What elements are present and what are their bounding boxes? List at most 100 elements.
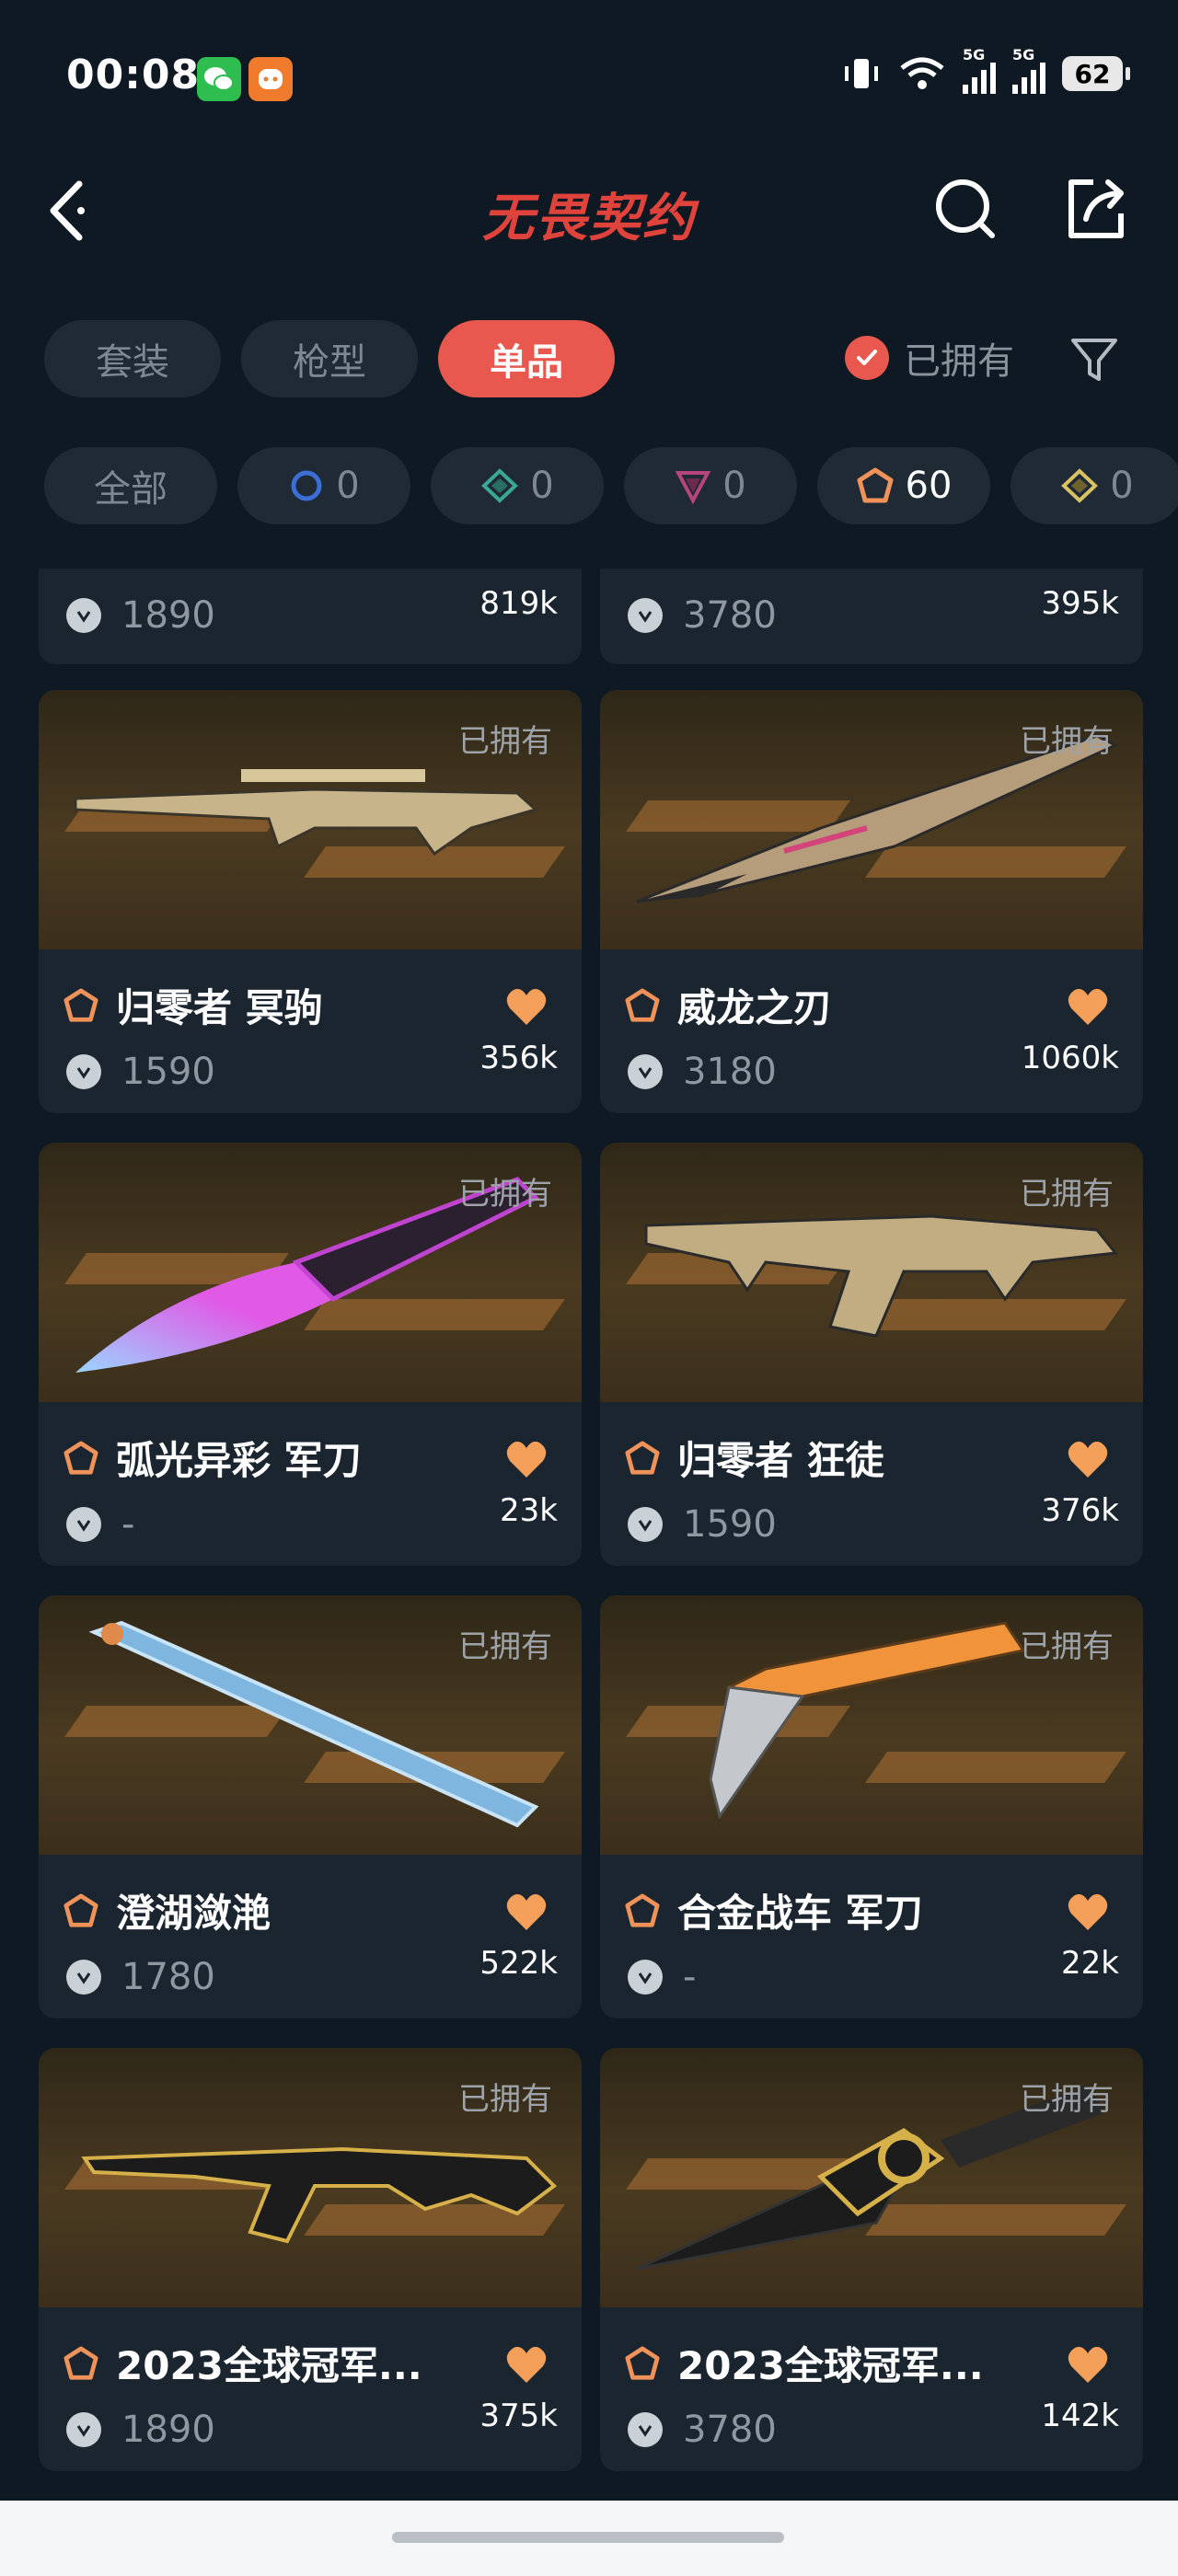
item-likes: 356k [479, 1040, 558, 1076]
battery-icon: 62 [1062, 56, 1130, 91]
item-name: 澄湖潋滟 [116, 1891, 271, 1936]
item-card[interactable]: 已拥有 弧光异彩 军刀 - 23k [39, 1143, 582, 1566]
search-icon [936, 179, 995, 238]
filter-button[interactable] [1068, 333, 1121, 386]
tier-count: 0 [722, 465, 746, 507]
share-button[interactable] [1058, 171, 1132, 245]
app-notification-icon [248, 57, 293, 101]
item-price: - [683, 1956, 697, 1998]
item-name: 归零者 狂徒 [677, 1438, 884, 1483]
item-price: 1890 [121, 2409, 215, 2451]
item-name: 归零者 冥驹 [116, 985, 323, 1030]
item-card[interactable]: 已拥有 澄湖潋滟 1780 522k [39, 1595, 582, 2018]
item-likes: 395k [1041, 585, 1119, 622]
item-name: 弧光异彩 军刀 [116, 1438, 362, 1483]
item-likes: 1060k [1021, 1040, 1119, 1076]
item-price: 3180 [683, 1051, 777, 1093]
vp-currency-icon [66, 2412, 101, 2447]
exclusive-tier-icon [625, 1440, 660, 1475]
exclusive-tier-icon [64, 2345, 98, 2380]
exclusive-tier-icon [625, 2345, 660, 2380]
heart-icon[interactable] [1066, 2344, 1110, 2385]
category-tabs: 套装 枪型 单品 [44, 320, 615, 397]
heart-icon[interactable] [1066, 986, 1110, 1027]
tier-count: 60 [905, 465, 953, 507]
item-price: 1780 [121, 1956, 215, 1998]
item-image: 已拥有 [600, 690, 1143, 949]
tier-chip-label: 全部 [94, 468, 167, 511]
signal-1-icon: 5G [963, 46, 996, 94]
tier-count: 0 [1110, 465, 1134, 507]
item-likes: 22k [1061, 1945, 1119, 1982]
home-indicator[interactable] [392, 2532, 784, 2543]
exclusive-tier-icon [64, 1892, 98, 1927]
item-name: 威龙之刃 [677, 985, 833, 1030]
owned-toggle-label: 已拥有 [904, 340, 1014, 383]
item-name: 合金战车 军刀 [677, 1891, 923, 1936]
tier-chip-ultra[interactable]: 0 [1011, 447, 1178, 524]
heart-icon[interactable] [1066, 1892, 1110, 1932]
item-card[interactable]: 已拥有 威龙之刃 3180 1060k [600, 690, 1143, 1113]
item-card[interactable]: 已拥有 归零者 冥驹 1590 356k [39, 690, 582, 1113]
item-likes: 23k [500, 1492, 558, 1529]
item-card[interactable]: 已拥有 归零者 狂徒 1590 376k [600, 1143, 1143, 1566]
item-image: 已拥有 [39, 1143, 582, 1402]
owned-tag: 已拥有 [1020, 723, 1114, 760]
search-button[interactable] [930, 171, 1003, 245]
item-image: 已拥有 [39, 2048, 582, 2307]
tier-chip-all[interactable]: 全部 [44, 447, 217, 524]
exclusive-tier-icon [625, 1892, 660, 1927]
vp-currency-icon [628, 1960, 663, 1995]
ultra-tier-icon [1061, 468, 1099, 503]
owned-toggle[interactable]: 已拥有 [845, 331, 1014, 385]
exclusive-tier-icon [625, 987, 660, 1022]
item-card[interactable]: 已拥有 2023全球冠军... 3780 142k [600, 2048, 1143, 2471]
vp-currency-icon [66, 1960, 101, 1995]
tab-single-items[interactable]: 单品 [438, 320, 615, 397]
heart-icon[interactable] [504, 1892, 549, 1932]
clock: 00:08 [66, 52, 201, 98]
item-likes: 819k [479, 585, 558, 622]
header: 无畏契约 [0, 156, 1178, 267]
item-card[interactable]: 已拥有 合金战车 军刀 - 22k [600, 1595, 1143, 2018]
item-name: 2023全球冠军... [677, 2343, 984, 2388]
heart-icon[interactable] [504, 1439, 549, 1479]
item-likes: 376k [1041, 1492, 1119, 1529]
vp-currency-icon [628, 598, 663, 633]
item-likes: 142k [1041, 2398, 1119, 2434]
item-price: 1590 [683, 1503, 777, 1546]
tier-filter-row: 全部 0 0 0 60 0 [44, 447, 1178, 524]
tab-bundles[interactable]: 套装 [44, 320, 221, 397]
item-image: 已拥有 [600, 1143, 1143, 1402]
item-card-partial[interactable]: 3780 395k [600, 569, 1143, 664]
tier-chip-exclusive[interactable]: 60 [817, 447, 990, 524]
wechat-notification-icon [197, 57, 241, 101]
owned-tag: 已拥有 [458, 723, 552, 760]
heart-icon[interactable] [1066, 1439, 1110, 1479]
exclusive-tier-icon [64, 1440, 98, 1475]
item-price: 1590 [121, 1051, 215, 1093]
tab-weapon-type[interactable]: 枪型 [241, 320, 418, 397]
item-card[interactable]: 已拥有 2023全球冠军... 1890 375k [39, 2048, 582, 2471]
owned-tag: 已拥有 [458, 2081, 552, 2118]
item-price: 3780 [683, 2409, 777, 2451]
status-bar: 00:08 5G 5G 62 [0, 0, 1178, 156]
item-likes: 522k [479, 1945, 558, 1982]
tier-chip-premium[interactable]: 0 [624, 447, 797, 524]
item-image: 已拥有 [600, 2048, 1143, 2307]
heart-icon[interactable] [504, 2344, 549, 2385]
tier-chip-deluxe[interactable]: 0 [431, 447, 604, 524]
tier-chip-select[interactable]: 0 [237, 447, 410, 524]
item-image: 已拥有 [600, 1595, 1143, 1855]
item-name: 2023全球冠军... [116, 2343, 422, 2388]
heart-icon[interactable] [504, 986, 549, 1027]
share-icon [1068, 179, 1124, 238]
owned-tag: 已拥有 [458, 1628, 552, 1665]
wifi-icon [900, 57, 944, 89]
deluxe-tier-icon [481, 468, 519, 503]
item-card-partial[interactable]: 1890 819k [39, 569, 582, 664]
owned-tag: 已拥有 [1020, 1176, 1114, 1213]
signal-2-icon: 5G [1012, 46, 1045, 94]
vp-currency-icon [628, 1507, 663, 1542]
exclusive-tier-icon [857, 467, 894, 503]
